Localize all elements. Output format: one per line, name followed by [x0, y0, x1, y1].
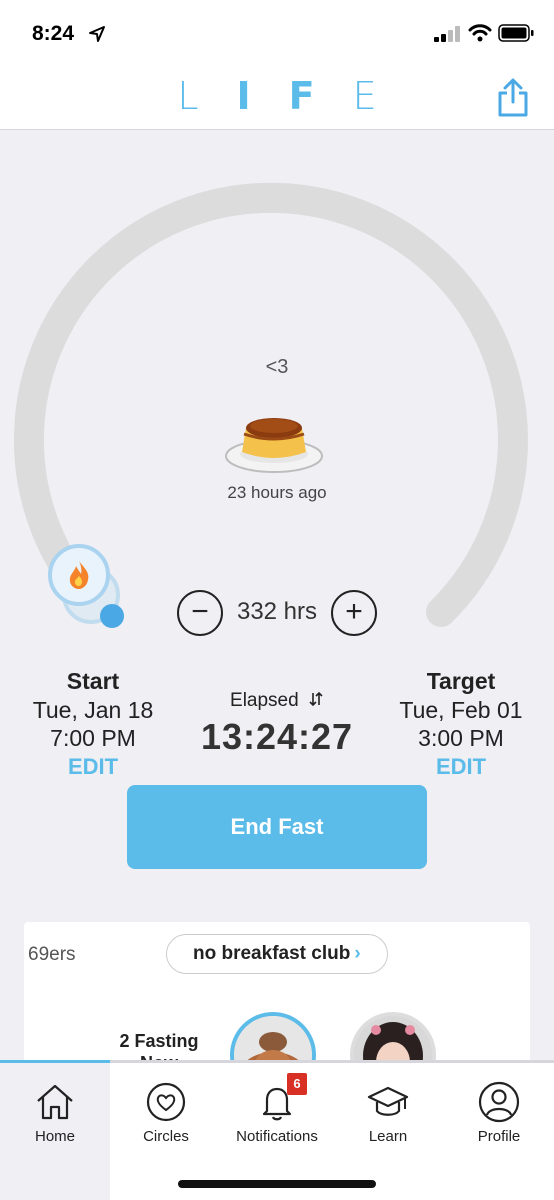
decrease-duration-button[interactable]: − — [177, 590, 223, 636]
edit-target-button[interactable]: EDIT — [386, 752, 536, 782]
start-heading: Start — [66, 668, 120, 694]
wifi-icon — [468, 24, 492, 42]
circle-card[interactable]: 69ers no breakfast club› 2 Fasting Now — [24, 922, 530, 1098]
elapsed-label: Elapsed — [230, 690, 299, 711]
person-icon — [478, 1081, 520, 1123]
club-link-button[interactable]: no breakfast club › — [166, 934, 388, 974]
logo-letter: E — [352, 74, 415, 118]
last-meal-time: 23 hours ago — [227, 483, 327, 502]
club-label: no breakfast club — [193, 943, 351, 964]
target-time: 3:00 PM — [418, 725, 504, 751]
circle-name: 69ers — [28, 944, 76, 965]
graduation-cap-icon — [367, 1086, 409, 1116]
start-section: Start Tue, Jan 18 7:00 PM EDIT — [18, 666, 168, 782]
fast-note: <3 — [265, 356, 289, 378]
target-section: Target Tue, Feb 01 3:00 PM EDIT — [386, 666, 536, 782]
battery-icon — [498, 24, 534, 42]
chevron-right-icon: › — [354, 943, 361, 964]
notification-count-badge: 6 — [287, 1073, 307, 1095]
tab-label: Circles — [143, 1128, 189, 1145]
logo-letter: I — [236, 74, 289, 118]
elapsed-timer: 13:24:27 — [200, 716, 354, 757]
elapsed-section[interactable]: Elapsed 13:24:27 — [190, 690, 364, 758]
tab-label: Learn — [368, 1128, 408, 1145]
home-indicator — [178, 1180, 376, 1188]
app-header: LIFE — [0, 64, 554, 130]
tab-label: Notifications — [236, 1128, 318, 1145]
flan-icon — [225, 418, 323, 473]
app-logo: LIFE — [0, 74, 554, 122]
edit-start-button[interactable]: EDIT — [18, 752, 168, 782]
swap-arrows-icon[interactable] — [308, 691, 324, 707]
end-fast-button[interactable]: End Fast — [127, 785, 427, 869]
fast-duration: 332 hrs — [236, 598, 318, 625]
elapsed-label-row: Elapsed — [190, 690, 364, 712]
fire-stage-badge[interactable] — [48, 544, 110, 606]
start-date: Tue, Jan 18 — [32, 697, 154, 723]
fire-icon — [69, 561, 89, 589]
location-arrow-icon — [89, 26, 105, 42]
tab-profile[interactable]: Profile — [444, 1063, 554, 1200]
progress-indicator-dot[interactable] — [100, 604, 124, 628]
status-bar: 8:24 — [0, 0, 554, 64]
increase-duration-button[interactable]: + — [331, 590, 377, 636]
start-time: 7:00 PM — [50, 725, 136, 751]
target-date: Tue, Feb 01 — [399, 697, 523, 723]
logo-letter: L — [177, 74, 237, 118]
tab-bar: Home Circles Notifications 6 Learn Profi… — [0, 1060, 554, 1200]
tab-home[interactable]: Home — [0, 1063, 110, 1200]
cellular-signal-icon — [434, 26, 460, 42]
tab-label: Profile — [477, 1128, 521, 1145]
logo-letter: F — [288, 74, 353, 118]
share-icon[interactable] — [496, 78, 530, 118]
heart-circle-icon — [146, 1082, 186, 1122]
status-time: 8:24 — [32, 22, 75, 45]
target-heading: Target — [426, 668, 496, 694]
tab-label: Home — [34, 1128, 75, 1145]
duration-stepper: − 332 hrs + — [177, 590, 377, 636]
home-icon — [37, 1084, 73, 1120]
